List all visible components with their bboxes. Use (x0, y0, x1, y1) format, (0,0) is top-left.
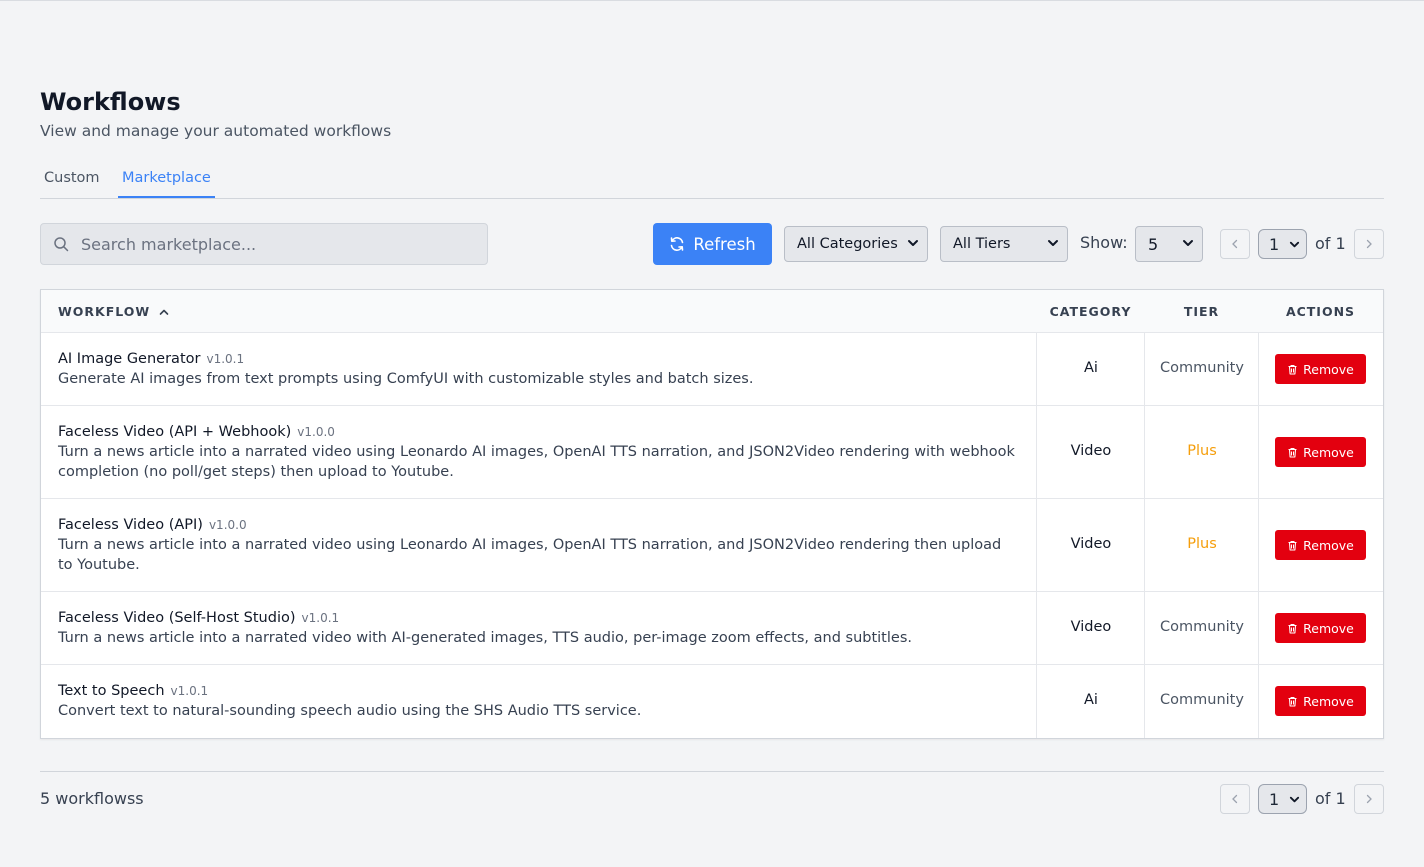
search-input[interactable] (81, 224, 481, 264)
remove-label: Remove (1303, 537, 1354, 553)
refresh-icon (671, 237, 684, 251)
column-header-label: WORKFLOW (58, 304, 151, 319)
footer-page-select[interactable]: 1 (1258, 784, 1307, 814)
table-row: Text to Speech v1.0.1 Convert text to nat… (41, 665, 1383, 738)
top-border (0, 0, 1424, 1)
remove-button[interactable]: Remove (1275, 530, 1366, 560)
table-header: WORKFLOW CATEGORY TIER ACTIONS (41, 290, 1383, 333)
next-page-button[interactable] (1354, 229, 1384, 259)
remove-label: Remove (1303, 693, 1354, 709)
workflow-description: Turn a news article into a narrated vide… (58, 630, 912, 646)
trash-icon (1288, 696, 1297, 707)
workflow-tier: Plus (1187, 443, 1217, 459)
chevron-down-icon (1183, 240, 1193, 246)
search-icon (54, 237, 69, 252)
footer-page-select-value: 1 (1269, 789, 1280, 809)
workflow-title: AI Image Generator v1.0.1 (58, 351, 244, 367)
tab-custom[interactable]: Custom (44, 170, 100, 198)
workflow-category: Ai (1084, 692, 1098, 708)
workflow-category: Video (1070, 619, 1112, 635)
tab-bar: Custom Marketplace (40, 162, 1384, 199)
remove-button[interactable]: Remove (1275, 437, 1366, 467)
category-filter-value: All Categories (797, 236, 898, 252)
workflow-description: Generate AI images from text prompts usi… (58, 371, 754, 387)
search-box (40, 223, 488, 265)
remove-button[interactable]: Remove (1275, 354, 1366, 384)
workflow-name: AI Image Generator (58, 351, 201, 367)
workflow-category: Ai (1084, 360, 1098, 376)
tab-marketplace[interactable]: Marketplace (118, 170, 215, 198)
footer-divider (40, 771, 1384, 772)
chevron-down-icon (1048, 240, 1058, 246)
page-count-text: of 1 (1315, 234, 1346, 253)
column-header-actions: ACTIONS (1285, 304, 1356, 319)
show-label: Show: (1080, 233, 1128, 252)
column-header-category[interactable]: CATEGORY (1036, 290, 1145, 333)
workflow-version: v1.0.0 (208, 518, 247, 532)
chevron-down-icon (908, 240, 918, 246)
page-select-value: 1 (1269, 234, 1280, 254)
trash-icon (1288, 364, 1297, 375)
remove-label: Remove (1303, 361, 1354, 377)
workflow-tier: Community (1160, 692, 1244, 708)
workflow-title: Faceless Video (API) v1.0.0 (58, 517, 247, 533)
chevron-left-icon (1232, 794, 1238, 804)
tier-filter-select[interactable]: All Tiers (940, 226, 1068, 262)
refresh-button[interactable]: Refresh (653, 223, 772, 265)
workflow-version: v1.0.1 (170, 684, 209, 698)
workflow-tier: Community (1160, 619, 1244, 635)
prev-page-button[interactable] (1220, 229, 1250, 259)
remove-label: Remove (1303, 444, 1354, 460)
chevron-down-icon (1289, 241, 1300, 248)
sort-ascending-icon (159, 309, 169, 315)
workflow-category: Video (1070, 443, 1112, 459)
chevron-right-icon (1366, 239, 1372, 249)
workflow-title: Text to Speech v1.0.1 (58, 683, 208, 699)
column-header-tier[interactable]: TIER (1144, 290, 1259, 333)
table-row: Faceless Video (API + Webhook) v1.0.0 Tur… (41, 406, 1383, 499)
refresh-label: Refresh (693, 234, 756, 254)
workflow-tier: Plus (1187, 536, 1217, 552)
table-row: Faceless Video (Self-Host Studio) v1.0.1 … (41, 592, 1383, 665)
category-filter-select[interactable]: All Categories (784, 226, 928, 262)
table-row: Faceless Video (API) v1.0.0 Turn a news a… (41, 499, 1383, 592)
workflow-name: Text to Speech (58, 683, 165, 699)
footer-next-page-button[interactable] (1354, 784, 1384, 814)
workflows-table: WORKFLOW CATEGORY TIER ACTIONS AI Image … (40, 289, 1384, 739)
workflow-name: Faceless Video (API + Webhook) (58, 424, 292, 440)
workflow-name: Faceless Video (API) (58, 517, 203, 533)
workflow-description: Turn a news article into a narrated vide… (58, 537, 1002, 573)
trash-icon (1288, 540, 1297, 551)
column-header-workflow[interactable]: WORKFLOW (58, 290, 170, 333)
chevron-left-icon (1232, 239, 1238, 249)
workflow-version: v1.0.1 (301, 611, 340, 625)
table-row: AI Image Generator v1.0.1 Generate AI ima… (41, 333, 1383, 406)
workflow-title: Faceless Video (API + Webhook) v1.0.0 (58, 424, 335, 440)
tier-filter-value: All Tiers (953, 236, 1011, 252)
footer-prev-page-button[interactable] (1220, 784, 1250, 814)
workflow-version: v1.0.0 (297, 425, 335, 439)
trash-icon (1288, 623, 1297, 634)
remove-button[interactable]: Remove (1275, 613, 1366, 643)
page-size-value: 5 (1148, 234, 1159, 254)
workflow-count: 5 workflowss (40, 789, 144, 808)
footer-page-count-text: of 1 (1315, 789, 1346, 808)
workflow-category: Video (1070, 536, 1112, 552)
page-size-select[interactable]: 5 (1135, 226, 1203, 262)
workflow-name: Faceless Video (Self-Host Studio) (58, 610, 296, 626)
page-select[interactable]: 1 (1258, 229, 1307, 259)
workflow-description: Convert text to natural-sounding speech … (58, 703, 642, 719)
workflow-title: Faceless Video (Self-Host Studio) v1.0.1 (58, 610, 339, 626)
workflow-description: Turn a news article into a narrated vide… (58, 444, 1015, 480)
chevron-down-icon (1289, 796, 1300, 803)
remove-button[interactable]: Remove (1275, 686, 1366, 716)
workflow-version: v1.0.1 (206, 352, 245, 366)
chevron-right-icon (1366, 794, 1372, 804)
remove-label: Remove (1303, 620, 1354, 636)
workflow-tier: Community (1160, 360, 1244, 376)
trash-icon (1288, 447, 1297, 458)
page-title: Workflows (40, 88, 181, 116)
page-subtitle: View and manage your automated workflows (40, 122, 392, 140)
